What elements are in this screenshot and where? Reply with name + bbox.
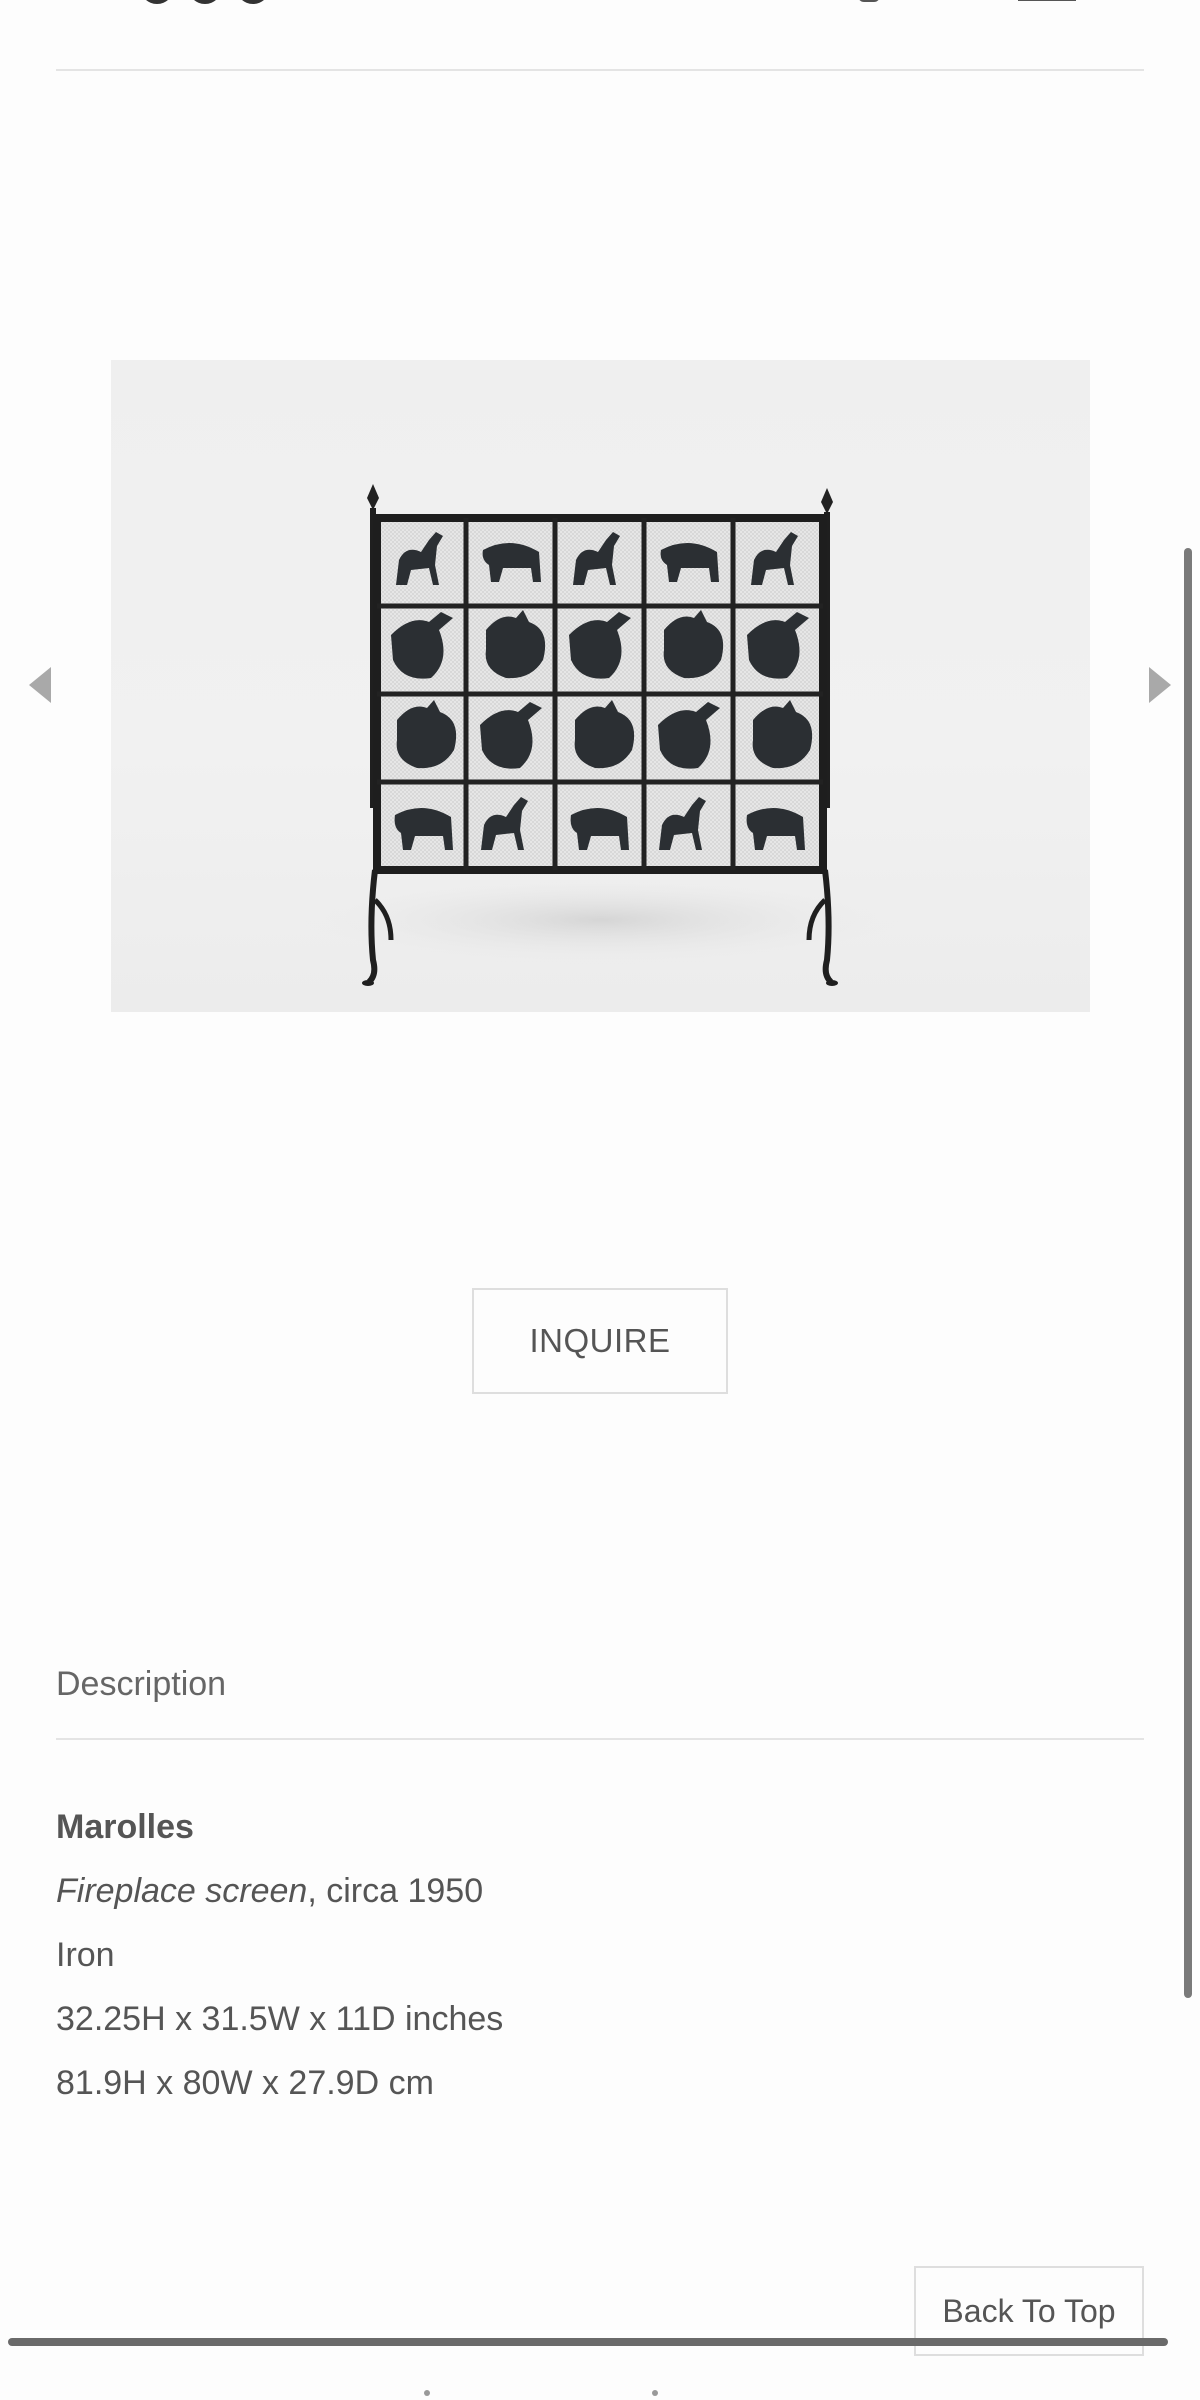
image-carousel xyxy=(0,360,1200,1012)
site-logo[interactable] xyxy=(140,0,310,4)
scrollbar[interactable] xyxy=(1184,548,1192,1998)
chevron-right-icon xyxy=(1149,667,1171,703)
carousel-next-button[interactable] xyxy=(1140,660,1180,710)
artwork-title: Fireplace screen xyxy=(56,1872,308,1910)
inquire-button[interactable]: INQUIRE xyxy=(472,1288,728,1394)
description-body: Marolles Fireplace screen, circa 1950 Ir… xyxy=(56,1795,1056,2115)
fireplace-screen-image xyxy=(301,484,901,986)
dimensions-inches: 32.25H x 31.5W x 11D inches xyxy=(56,2000,504,2038)
artwork-title-line: Fireplace screen, circa 1950 xyxy=(56,1859,1056,1923)
carousel-prev-button[interactable] xyxy=(20,660,60,710)
artist-name: Marolles xyxy=(56,1808,194,1846)
search-icon[interactable] xyxy=(858,0,880,2)
artwork-material: Iron xyxy=(56,1936,115,1974)
page-progress-bar xyxy=(8,2338,1168,2346)
menu-icon[interactable] xyxy=(1018,0,1076,1)
chevron-left-icon xyxy=(29,667,51,703)
bottom-toolbar xyxy=(0,2390,1200,2400)
header-divider xyxy=(56,69,1144,71)
dimensions-cm: 81.9H x 80W x 27.9D cm xyxy=(56,2064,434,2102)
description-divider xyxy=(56,1738,1144,1740)
product-image[interactable] xyxy=(111,360,1090,1012)
site-header xyxy=(0,0,1200,12)
artwork-date: , circa 1950 xyxy=(307,1872,484,1910)
description-heading: Description xyxy=(56,1665,227,1703)
